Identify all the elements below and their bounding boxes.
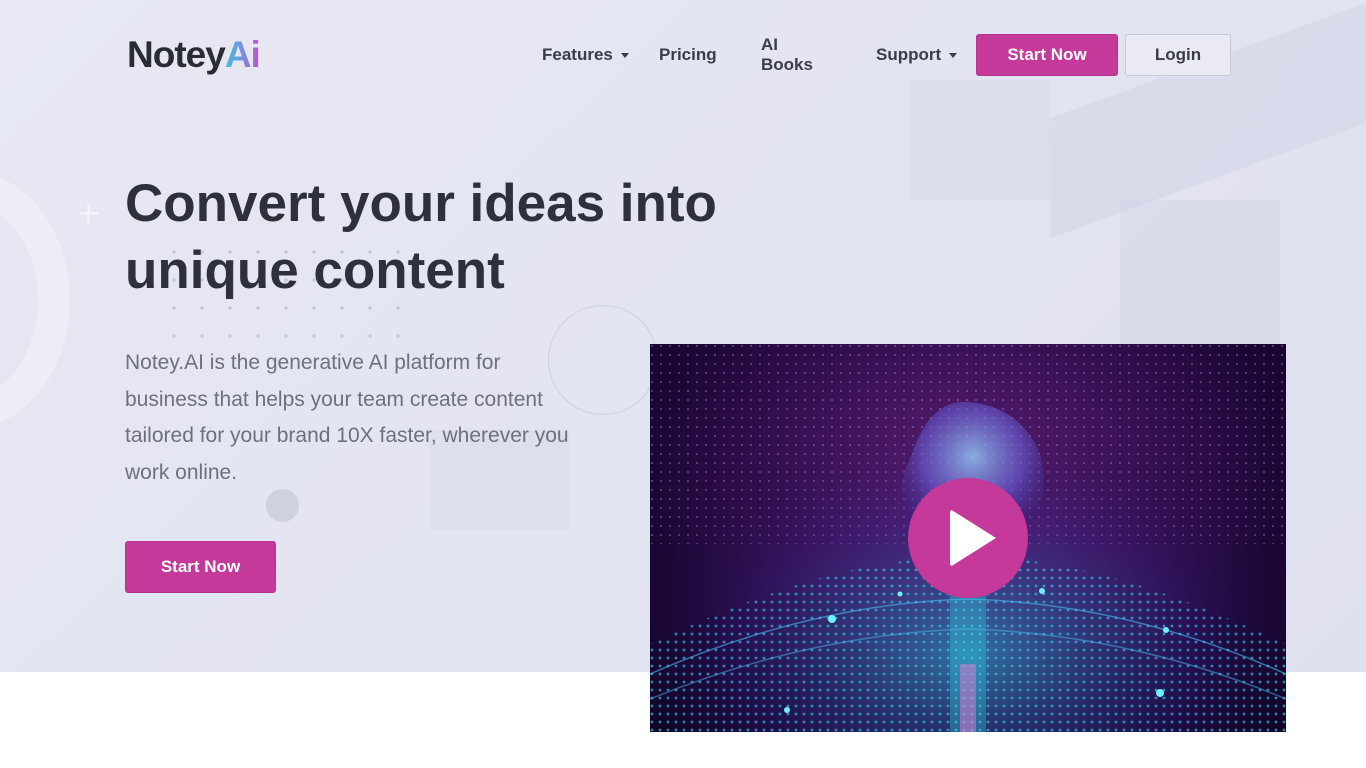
brand-logo-accent: Ai: [224, 34, 261, 75]
brand-logo[interactable]: Notey Ai: [127, 34, 261, 76]
play-button[interactable]: [908, 478, 1028, 598]
play-icon: [950, 509, 996, 567]
nav-item-ai-books[interactable]: AI Books: [761, 34, 813, 76]
nav-item-pricing[interactable]: Pricing: [659, 34, 717, 76]
hero-headline-line2: unique content: [125, 241, 505, 300]
decorative-shape: [910, 80, 1050, 200]
nav-item-features[interactable]: Features: [542, 34, 629, 76]
caret-down-icon: [949, 52, 958, 58]
decorative-plus-icon: +: [76, 196, 102, 231]
nav-item-label: Features: [542, 45, 613, 64]
hero-headline-line1: Convert your ideas into: [125, 174, 717, 233]
nav-item-support[interactable]: Support: [876, 34, 958, 76]
caret-down-icon: [620, 52, 629, 58]
decorative-dot: [266, 489, 299, 522]
video-thumbnail[interactable]: [650, 344, 1286, 732]
brand-logo-text: Notey: [127, 34, 226, 75]
hero-start-now-button[interactable]: Start Now: [125, 541, 276, 593]
nav-item-label: Support: [876, 45, 942, 64]
login-button[interactable]: Login: [1125, 34, 1231, 76]
nav-item-label: AI Books: [761, 35, 813, 74]
hero-description: Notey.AI is the generative AI platform f…: [125, 351, 569, 484]
nav-start-now-button[interactable]: Start Now: [976, 34, 1118, 76]
hero-headline: Convert your ideas into unique content: [125, 170, 825, 304]
decorative-circle: [0, 170, 70, 430]
nav-item-label: Pricing: [659, 45, 717, 64]
